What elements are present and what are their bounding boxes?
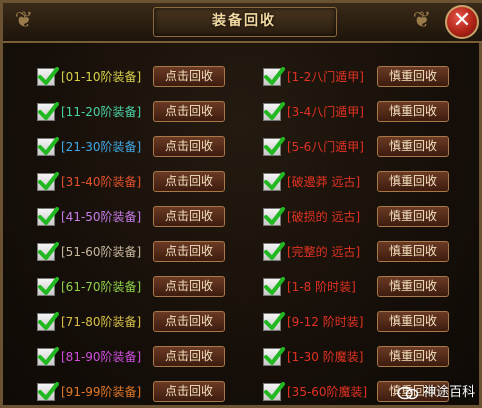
corner-ornament-left: ❦ bbox=[14, 8, 34, 33]
panel-title: 装备回收 bbox=[212, 13, 276, 29]
recycle-panel: ❦ ❦ 装备回收 ✕ [01-10阶装备] 点击回收 [11-20阶装备] 点击回收[… bbox=[0, 0, 482, 408]
careful-recycle-button[interactable]: 慎重回收 bbox=[377, 241, 449, 262]
careful-recycle-button[interactable]: 慎重回收 bbox=[377, 206, 449, 227]
close-button[interactable]: ✕ bbox=[445, 5, 479, 39]
careful-recycle-button[interactable]: 慎重回收 bbox=[377, 276, 449, 297]
right-recycle-row: [9-12 阶时装] 慎重回收 bbox=[3, 310, 482, 334]
watermark: 神途百科 bbox=[397, 381, 475, 405]
right-item-checkbox[interactable] bbox=[263, 207, 285, 226]
right-item-checkbox[interactable] bbox=[263, 382, 285, 401]
right-recycle-row: [1-2八门遁甲] 慎重回收 bbox=[3, 65, 482, 89]
right-recycle-row: [破损的 远古] 慎重回收 bbox=[3, 205, 482, 229]
careful-recycle-button[interactable]: 慎重回收 bbox=[377, 101, 449, 122]
checkmark-icon bbox=[264, 242, 285, 260]
checkmark-icon bbox=[264, 312, 285, 330]
careful-recycle-button[interactable]: 慎重回收 bbox=[377, 171, 449, 192]
watermark-text: 神途百科 bbox=[423, 385, 476, 400]
right-item-label: [1-2八门遁甲] bbox=[287, 70, 364, 84]
right-recycle-row: [完整的 远古] 慎重回收 bbox=[3, 240, 482, 264]
checkmark-icon bbox=[264, 382, 285, 400]
right-recycle-row: [1-30 阶魔装] 慎重回收 bbox=[3, 345, 482, 369]
right-item-label: [3-4八门遁甲] bbox=[287, 105, 364, 119]
checkmark-icon bbox=[264, 277, 285, 295]
checkmark-icon bbox=[264, 137, 285, 155]
wechat-icon bbox=[397, 386, 419, 399]
right-item-checkbox[interactable] bbox=[263, 67, 285, 86]
right-item-label: [35-60阶魔装] bbox=[287, 385, 368, 399]
right-item-label: [5-6八门遁甲] bbox=[287, 140, 364, 154]
careful-recycle-button[interactable]: 慎重回收 bbox=[377, 346, 449, 367]
right-item-label: [9-12 阶时装] bbox=[287, 315, 364, 329]
checkmark-icon bbox=[264, 172, 285, 190]
right-item-checkbox[interactable] bbox=[263, 172, 285, 191]
right-item-checkbox[interactable] bbox=[263, 102, 285, 121]
right-item-checkbox[interactable] bbox=[263, 277, 285, 296]
checkmark-icon bbox=[264, 67, 285, 85]
checkmark-icon bbox=[264, 347, 285, 365]
right-item-label: [破损的 远古] bbox=[287, 210, 361, 224]
right-item-label: [破邊莽 远古] bbox=[287, 175, 361, 189]
right-recycle-row: [1-8 阶时装] 慎重回收 bbox=[3, 275, 482, 299]
corner-ornament-right: ❦ bbox=[412, 8, 432, 33]
right-item-label: [完整的 远古] bbox=[287, 245, 361, 259]
right-recycle-row: [破邊莽 远古] 慎重回收 bbox=[3, 170, 482, 194]
right-recycle-row: [5-6八门遁甲] 慎重回收 bbox=[3, 135, 482, 159]
careful-recycle-button[interactable]: 慎重回收 bbox=[377, 311, 449, 332]
careful-recycle-button[interactable]: 慎重回收 bbox=[377, 66, 449, 87]
right-item-checkbox[interactable] bbox=[263, 347, 285, 366]
careful-recycle-button[interactable]: 慎重回收 bbox=[377, 136, 449, 157]
right-item-label: [1-8 阶时装] bbox=[287, 280, 356, 294]
checkmark-icon bbox=[264, 102, 285, 120]
checkmark-icon bbox=[264, 207, 285, 225]
right-item-label: [1-30 阶魔装] bbox=[287, 350, 364, 364]
right-item-checkbox[interactable] bbox=[263, 312, 285, 331]
right-recycle-row: [3-4八门遁甲] 慎重回收 bbox=[3, 100, 482, 124]
right-item-checkbox[interactable] bbox=[263, 242, 285, 261]
right-item-checkbox[interactable] bbox=[263, 137, 285, 156]
